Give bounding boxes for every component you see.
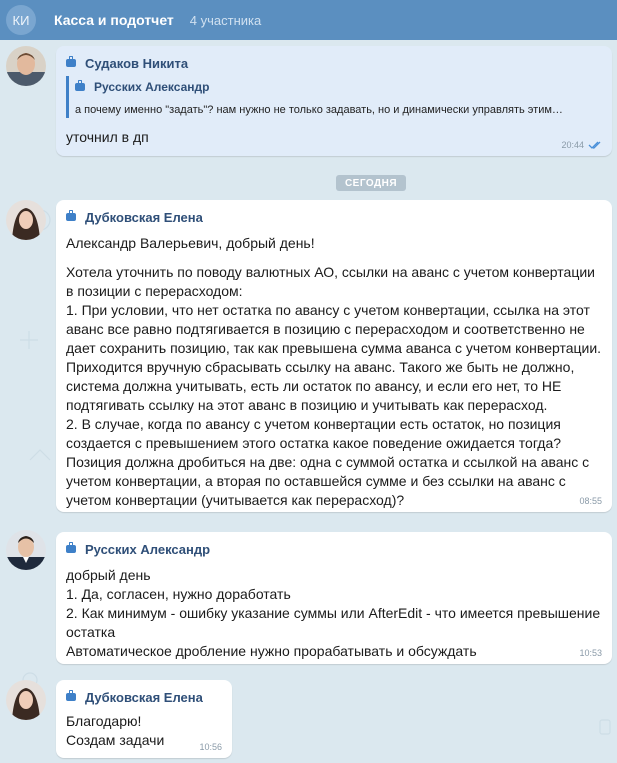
reply-quote[interactable]: Русских Александр а почему именно "задат… xyxy=(66,76,602,118)
date-separator: СЕГОДНЯ xyxy=(336,175,406,191)
chat-title[interactable]: Касса и подотчет xyxy=(54,12,174,28)
avatar[interactable] xyxy=(6,530,46,570)
group-avatar[interactable]: КИ xyxy=(6,5,36,35)
briefcase-icon xyxy=(66,690,76,701)
message-bubble[interactable]: Дубковская Елена Александр Валерьевич, д… xyxy=(56,200,612,512)
message-time: 20:44 xyxy=(561,140,602,150)
message-text: добрый день 1. Да, согласен, нужно дораб… xyxy=(66,567,601,659)
double-check-icon xyxy=(588,141,601,149)
participants-count[interactable]: 4 участника xyxy=(190,13,261,28)
message-list[interactable]: Судаков Никита Русских Александр а почем… xyxy=(0,40,617,763)
briefcase-icon xyxy=(66,56,76,67)
avatar[interactable] xyxy=(6,46,46,86)
sender-name[interactable]: Дубковская Елена xyxy=(66,688,222,706)
message-time: 10:56 xyxy=(199,742,222,752)
sender-name[interactable]: Русских Александр xyxy=(66,540,602,558)
message-bubble[interactable]: Дубковская Елена Благодарю! Создам задач… xyxy=(56,680,232,758)
reply-text: а почему именно "задать"? нам нужно не т… xyxy=(75,104,563,116)
message-time: 08:55 xyxy=(579,496,602,506)
sender-name[interactable]: Судаков Никита xyxy=(66,54,602,72)
briefcase-icon xyxy=(66,210,76,221)
message-time: 10:53 xyxy=(579,648,602,658)
message-text: Александр Валерьевич, добрый день! Хотел… xyxy=(66,235,602,508)
avatar[interactable] xyxy=(6,680,46,720)
message-text: уточнил в дп xyxy=(66,129,149,145)
briefcase-icon xyxy=(75,80,85,91)
avatar[interactable] xyxy=(6,200,46,240)
briefcase-icon xyxy=(66,542,76,553)
chat-header[interactable]: КИ Касса и подотчет 4 участника xyxy=(0,0,617,40)
sender-name[interactable]: Дубковская Елена xyxy=(66,208,602,226)
message-bubble[interactable]: Судаков Никита Русских Александр а почем… xyxy=(56,46,612,156)
reply-sender: Русских Александр xyxy=(75,78,602,96)
message-bubble[interactable]: Русских Александр добрый день 1. Да, сог… xyxy=(56,532,612,664)
